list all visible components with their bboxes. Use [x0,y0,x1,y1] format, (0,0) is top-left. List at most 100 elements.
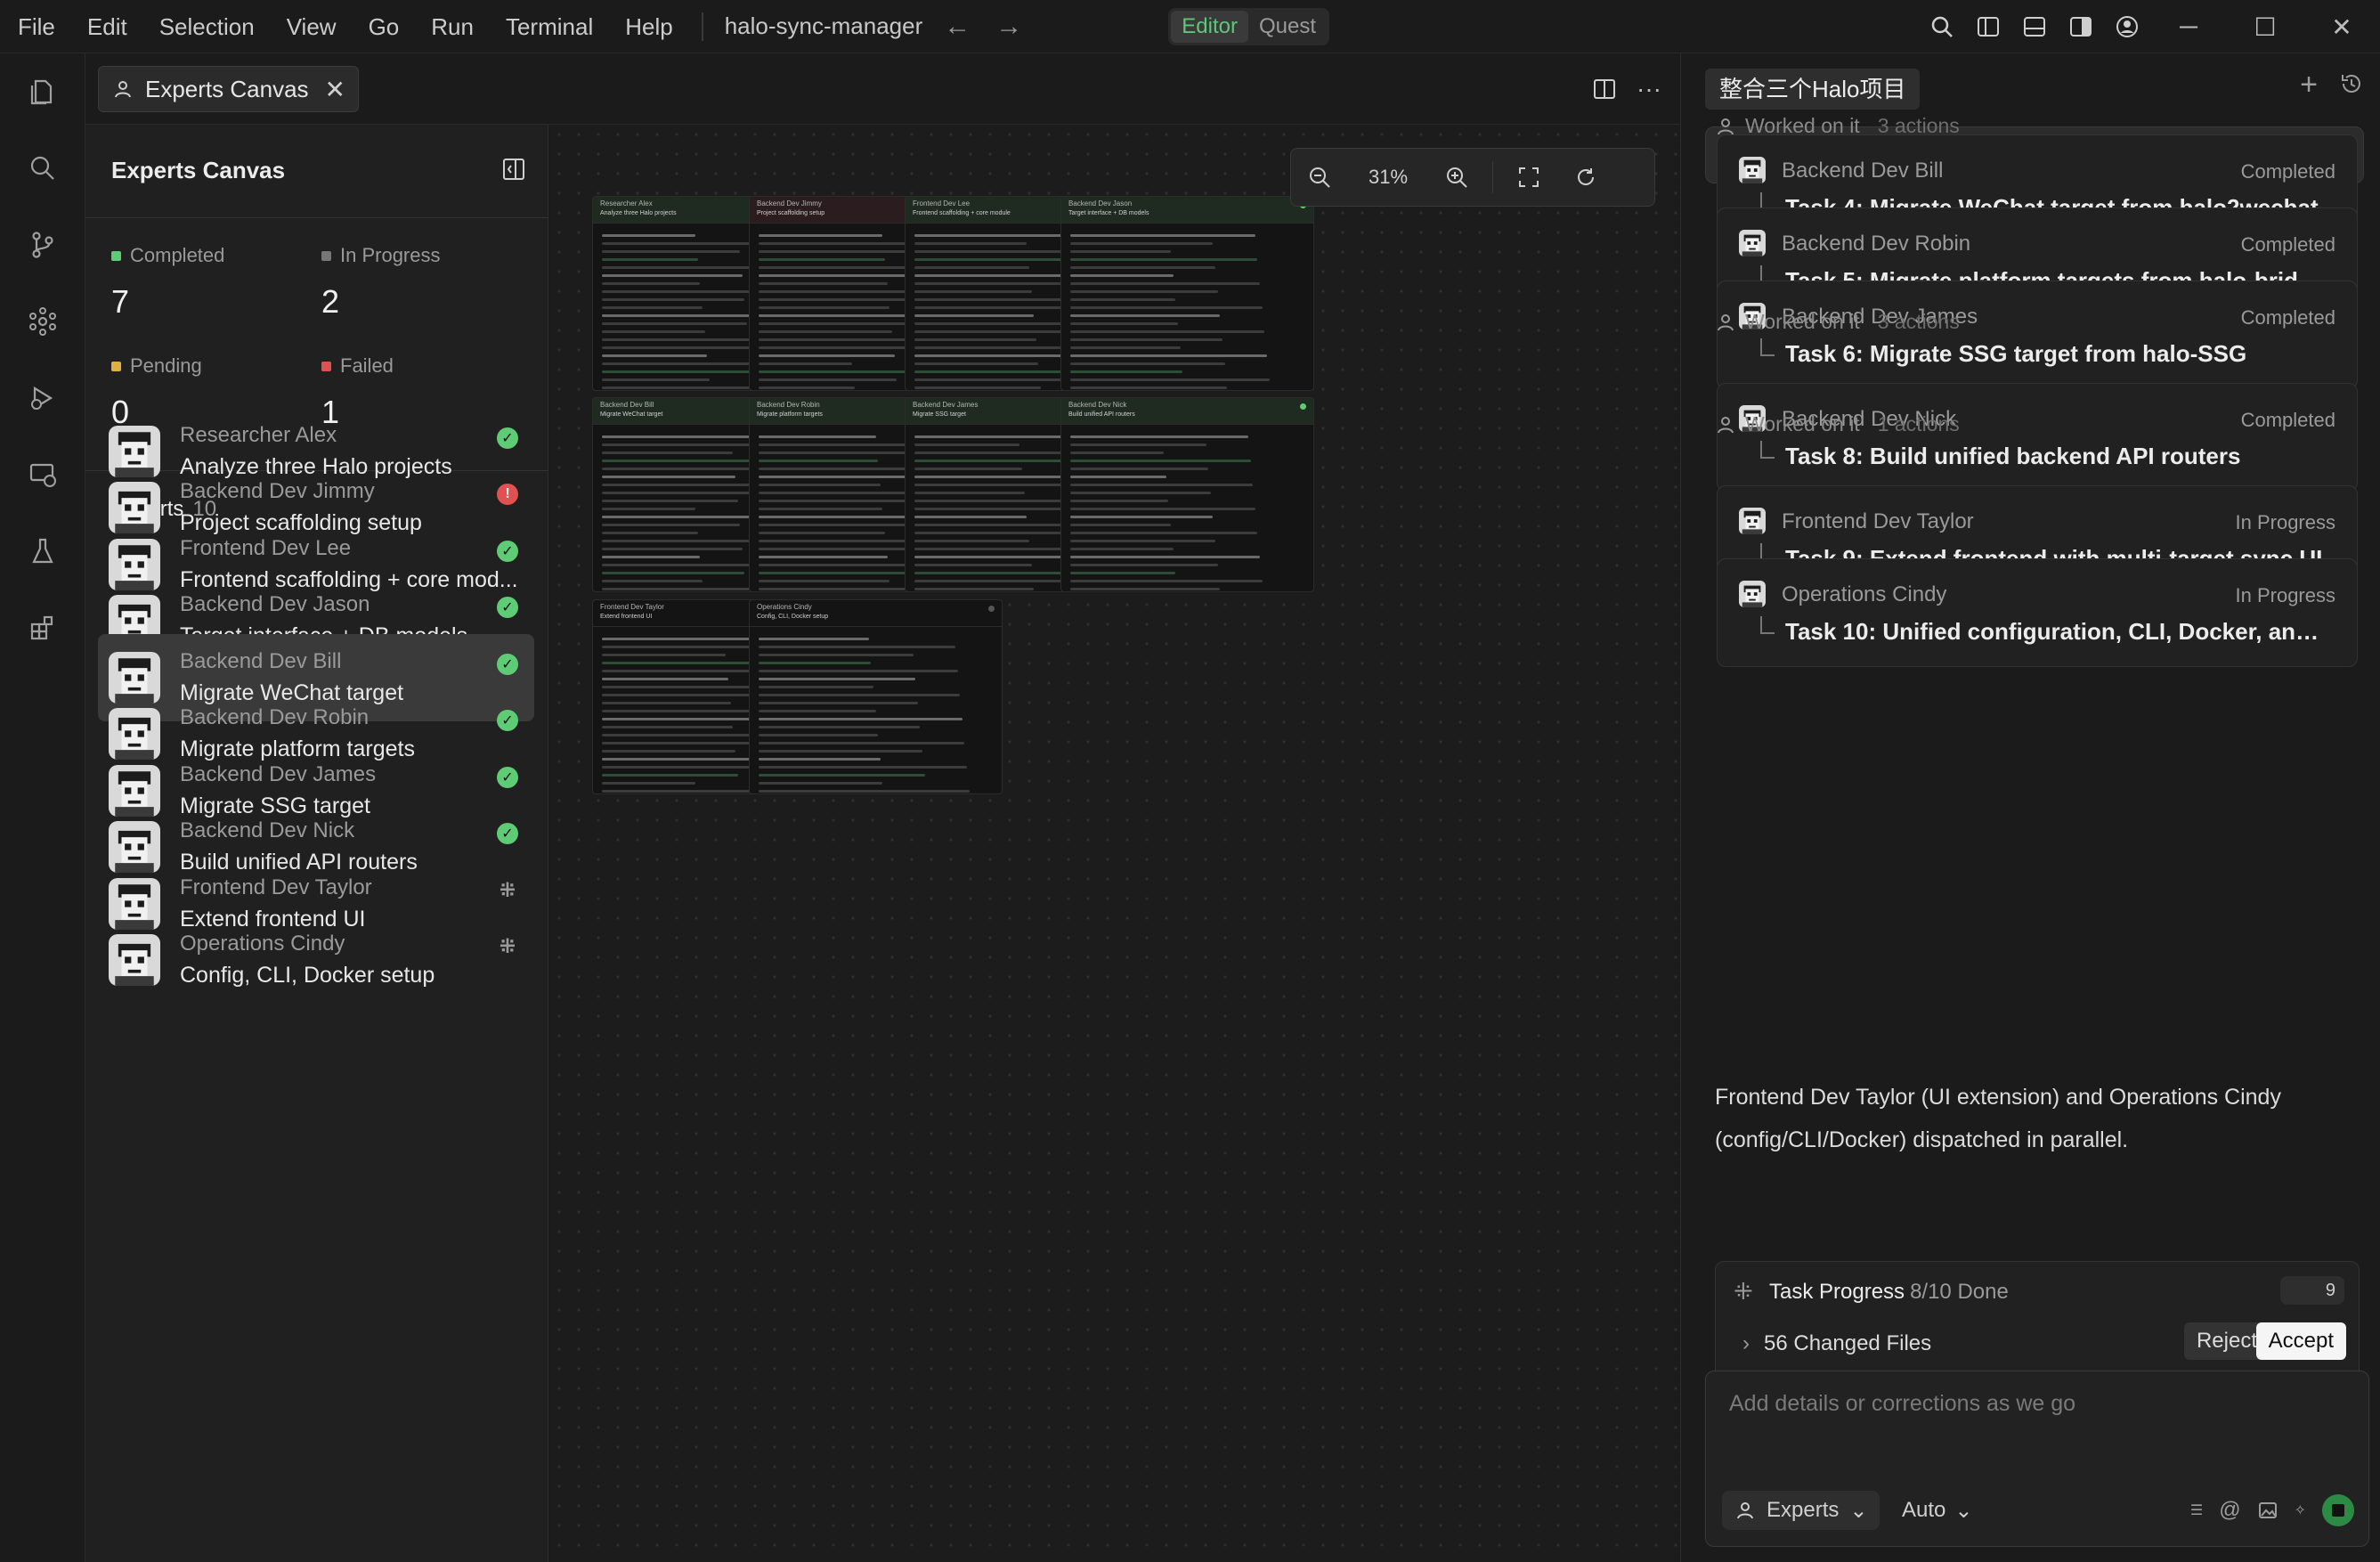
card-text-line [914,306,1076,309]
card-text-line [1070,443,1206,446]
mention-icon[interactable]: @ [2219,1498,2240,1523]
refresh-icon[interactable] [1557,148,1614,207]
split-editor-icon[interactable] [1592,77,1617,102]
search-view-icon[interactable] [0,130,85,207]
card-text-line [759,378,898,381]
stat-in-progress-value: 2 [321,283,340,320]
zoom-out-icon[interactable] [1291,148,1348,207]
collapse-panel-icon[interactable] [501,157,526,182]
completed-check-icon: ✓ [497,654,518,675]
composer-input[interactable]: Add details or corrections as we go [1729,1391,2075,1417]
toggle-primary-sidebar-icon[interactable] [1965,0,2011,53]
card-text-line [914,258,1072,261]
card-body [1061,224,1313,390]
card-text-line [914,435,1062,438]
menu-edit[interactable]: Edit [71,0,143,53]
extensions-icon[interactable] [0,590,85,666]
sparkle-icon[interactable]: ✧ [2295,1501,2306,1519]
experts-panel: Experts Canvas Completed 7 In Progress 2… [85,125,548,1562]
tab-experts-canvas[interactable]: Experts Canvas ✕ [98,66,359,112]
stat-failed-label: Failed [321,354,500,378]
project-name[interactable]: halo-sync-manager [716,12,932,40]
experts-panel-title: Experts Canvas [111,157,286,183]
menu-run[interactable]: Run [415,0,490,53]
explorer-icon[interactable] [0,53,85,130]
mode-editor[interactable]: Editor [1171,10,1248,43]
close-tab-icon[interactable]: ✕ [325,75,345,104]
remote-explorer-icon[interactable] [0,436,85,513]
menu-selection[interactable]: Selection [143,0,271,53]
history-icon[interactable] [2339,71,2364,98]
zoom-in-icon[interactable] [1428,148,1485,207]
card-text-line [1070,435,1248,438]
new-chat-icon[interactable]: + [2300,69,2318,100]
menu-view[interactable]: View [271,0,353,53]
experts-canvas[interactable]: Researcher Alex Analyze three Halo projec… [549,125,1679,1562]
model-selector-label: Auto [1902,1498,1946,1522]
model-selector[interactable]: Auto ⌄ [1902,1491,1972,1530]
expert-row[interactable]: Operations Cindy Config, CLI, Docker setu… [98,916,534,1004]
card-status-dot [988,606,995,612]
card-text-line [602,346,750,349]
expert-name: Backend Dev Jimmy [180,479,375,503]
card-text-line [914,242,1028,245]
card-header: Backend Dev Nick Build unified API router… [1061,398,1313,425]
worked-on-it-header[interactable]: Worked on it 3 actions [1715,310,1960,334]
forward-arrow-icon[interactable]: → [983,12,1035,42]
card-text-line [1070,532,1258,534]
card-text-line [1070,564,1218,566]
card-expert-name: Backend Dev Jason [1068,199,1133,207]
testing-flask-icon[interactable] [0,513,85,590]
canvas-card[interactable]: Operations Cindy Config, CLI, Docker setu… [749,599,1003,794]
changed-files-toggle[interactable]: › 56 Changed Files [1742,1331,1931,1356]
more-actions-icon[interactable]: ··· [1637,77,1661,102]
menu-terminal[interactable]: Terminal [490,0,609,53]
search-icon[interactable] [1919,0,1965,53]
card-text-line [914,314,1035,317]
card-text-line [914,508,1069,510]
chat-title[interactable]: 整合三个Halo项目 [1705,69,1921,110]
back-arrow-icon[interactable]: ← [931,12,983,42]
card-text-line [602,234,696,237]
maximize-icon[interactable]: ☐ [2227,0,2303,53]
menu-help[interactable]: Help [609,0,688,53]
experts-network-icon[interactable] [0,283,85,360]
toggle-panel-icon[interactable] [2011,0,2058,53]
card-text-line [914,290,1032,293]
canvas-card[interactable]: Backend Dev Jason Target interface + DB m… [1060,196,1314,391]
source-control-icon[interactable] [0,207,85,283]
task-card[interactable]: Backend Dev James Completed Task 6: Migrat… [1717,281,2358,389]
close-window-icon[interactable]: ✕ [2303,0,2380,53]
chevron-down-icon: ⌄ [1954,1498,1973,1523]
card-text-line [602,500,738,502]
mode-quest[interactable]: Quest [1248,11,1327,43]
account-icon[interactable] [2104,0,2150,53]
worked-on-it-header[interactable]: Worked on it 1 actions [1715,412,1960,436]
stat-completed-value: 7 [111,283,130,320]
card-text-line [914,580,1076,582]
menu-file[interactable]: File [0,0,71,53]
stop-generation-button[interactable] [2322,1494,2354,1526]
card-text-line [759,678,916,680]
minimize-icon[interactable]: ─ [2150,0,2227,53]
image-attach-icon[interactable] [2257,1500,2278,1521]
canvas-card[interactable]: Backend Dev Nick Build unified API router… [1060,397,1314,592]
fit-view-icon[interactable] [1500,148,1557,207]
card-text-line [759,646,955,648]
accept-button[interactable]: Accept [2255,1322,2346,1360]
mode-selector[interactable]: Experts ⌄ [1722,1491,1880,1530]
expert-avatars-stack[interactable]: 9 [2280,1276,2344,1305]
in-progress-spinner-icon: ⁜ [499,879,516,901]
experts-group-icon [1715,116,1736,137]
card-text-line [759,734,879,736]
task-card[interactable]: Backend Dev Nick Completed Task 8: Build u… [1717,383,2358,492]
card-text-line [602,476,735,478]
context-list-icon[interactable]: ☰ [2190,1501,2203,1519]
task-card[interactable]: Operations Cindy In Progress Task 10: Unif… [1717,558,2358,667]
menu-go[interactable]: Go [353,0,416,53]
expert-name: Researcher Alex [180,423,337,447]
toggle-secondary-sidebar-icon[interactable] [2058,0,2104,53]
run-debug-icon[interactable] [0,360,85,436]
card-text-line [602,282,701,285]
card-text-line [602,556,701,558]
